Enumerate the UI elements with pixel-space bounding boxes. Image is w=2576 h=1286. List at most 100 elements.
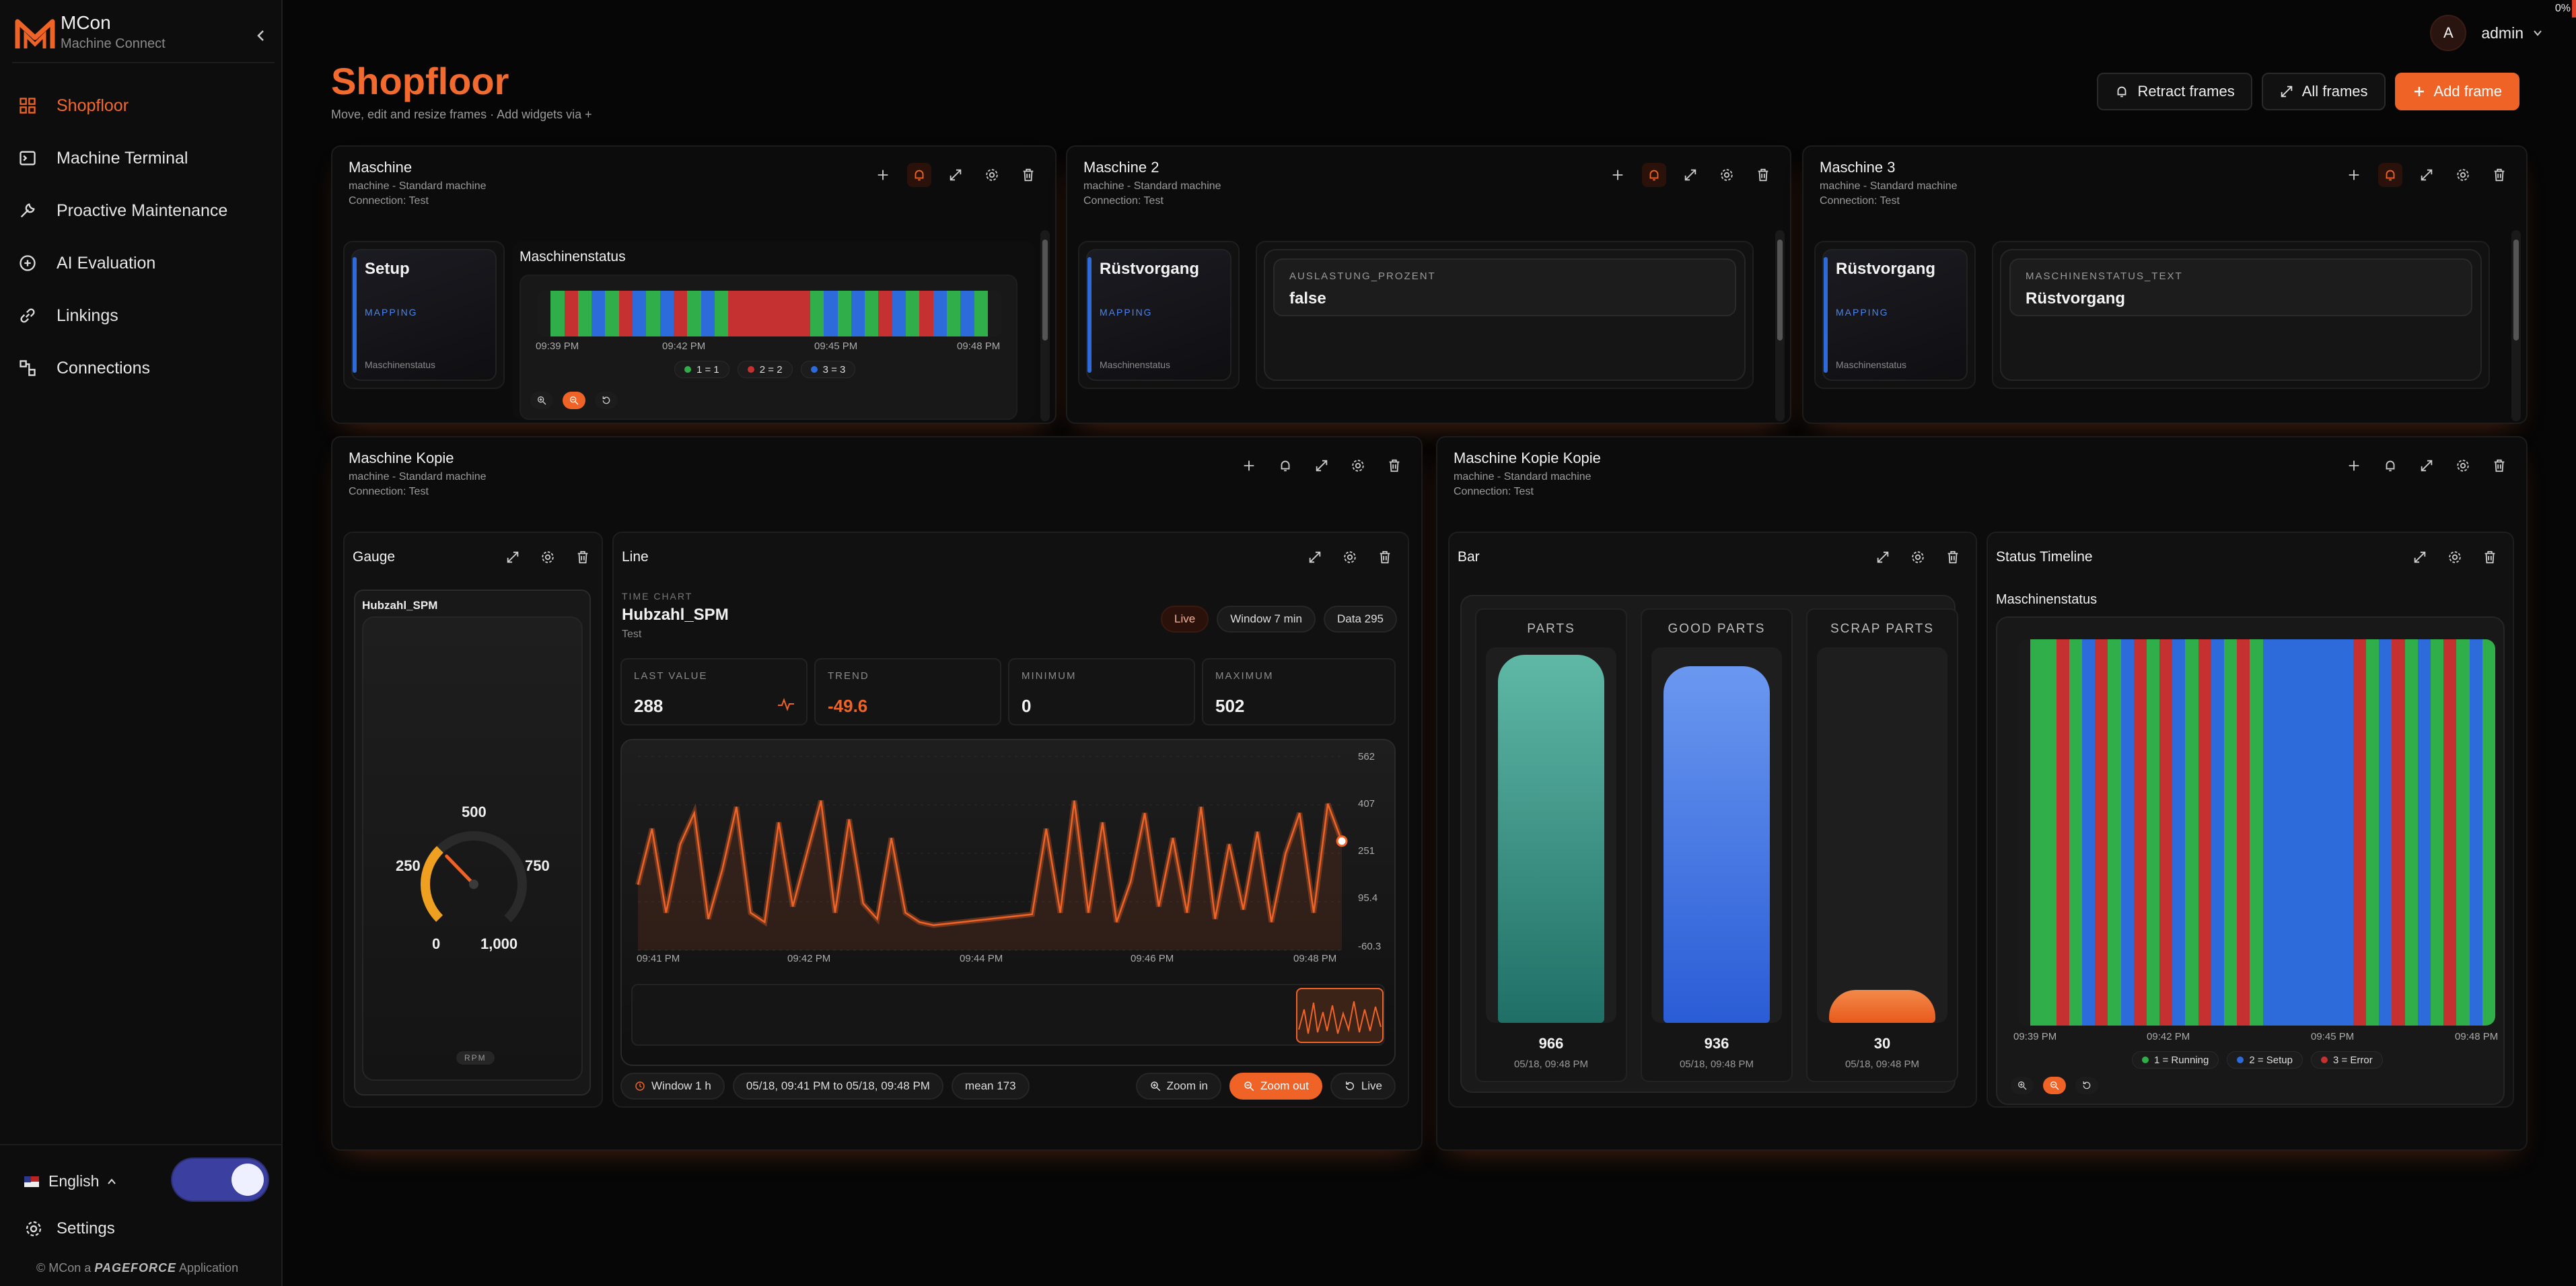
frame-maschine[interactable]: Maschine machine - Standard machine Conn… <box>331 145 1057 424</box>
trash-icon[interactable] <box>1941 545 1965 569</box>
expand-icon[interactable] <box>943 163 968 187</box>
expand-icon[interactable] <box>2414 454 2439 478</box>
frame-maschine-kopie[interactable]: Maschine Kopie machine - Standard machin… <box>331 436 1423 1151</box>
gear-icon[interactable] <box>2451 163 2475 187</box>
zoom-in-icon[interactable] <box>530 392 553 409</box>
gear-icon[interactable] <box>1338 545 1362 569</box>
expand-icon[interactable] <box>2408 545 2432 569</box>
window-pill[interactable]: Window 7 min <box>1217 606 1316 633</box>
line-chart-panel: 562 407 251 95.4 -60.3 09:41 PM 09:42 PM… <box>620 739 1396 1066</box>
expand-icon[interactable] <box>501 545 525 569</box>
gauge-panel: Hubzahl_SPM 337 500 250 750 0 1,000 RPM <box>354 590 591 1096</box>
zoom-out-icon[interactable] <box>563 392 585 409</box>
expand-icon[interactable] <box>1303 545 1327 569</box>
expand-icon[interactable] <box>1678 163 1703 187</box>
status-segment <box>878 291 892 336</box>
plus-icon[interactable] <box>871 163 895 187</box>
line-widget[interactable]: Line TIME CHART Hubzahl_SPM Test Live Wi… <box>612 532 1409 1108</box>
zoom-in-icon[interactable] <box>2011 1077 2034 1094</box>
plus-icon[interactable] <box>1237 454 1261 478</box>
gear-icon[interactable] <box>2443 545 2467 569</box>
frame-scrollbar[interactable] <box>1040 230 1050 421</box>
last-value-point[interactable] <box>1336 835 1348 847</box>
add-frame-button[interactable]: Add frame <box>2394 73 2519 110</box>
trash-icon[interactable] <box>2487 163 2511 187</box>
theme-toggle[interactable] <box>172 1159 268 1201</box>
reset-icon[interactable] <box>595 392 618 409</box>
retract-frames-button[interactable]: Retract frames <box>2097 73 2252 110</box>
nav-item-linkings[interactable]: Linkings <box>16 289 272 342</box>
trash-icon[interactable] <box>1751 163 1775 187</box>
bell-icon[interactable] <box>1273 454 1297 478</box>
stat-minimum: MINIMUM 0 <box>1008 658 1195 725</box>
frame-connection: Connection: Test <box>349 486 429 497</box>
collapse-sidebar-button[interactable] <box>248 23 275 50</box>
expand-icon[interactable] <box>2414 163 2439 187</box>
status-chart-widget[interactable]: Maschinenstatus 09:39 PM 09:42 PM 09:45 … <box>513 241 1035 420</box>
live-pill[interactable]: Live <box>1161 606 1209 633</box>
bar[interactable] <box>1663 666 1770 1023</box>
bar-widget[interactable]: Bar PARTS 966 05/18, 09:48 PM GOOD PARTS 936… <box>1448 532 1977 1108</box>
mapping-widget[interactable]: Setup MAPPING Maschinenstatus <box>343 241 505 389</box>
status-timeline-widget[interactable]: Status Timeline Maschinenstatus 09:39 PM… <box>1987 532 2514 1108</box>
trash-icon[interactable] <box>1382 454 1406 478</box>
frame-maschine-2[interactable]: Maschine 2 machine - Standard machine Co… <box>1066 145 1791 424</box>
bell-icon[interactable] <box>1642 163 1666 187</box>
trash-icon[interactable] <box>2487 454 2511 478</box>
all-frames-button[interactable]: All frames <box>2261 73 2386 110</box>
gear-icon[interactable] <box>1906 545 1930 569</box>
variable-widget[interactable]: AUSLASTUNG_PROZENT false <box>1256 241 1754 389</box>
status-segment <box>2404 639 2418 1026</box>
chart-legend: 1 = 1 2 = 2 3 = 3 <box>674 361 856 378</box>
mapping-widget[interactable]: Rüstvorgang MAPPING Maschinenstatus <box>1078 241 1240 389</box>
nav-item-proactive-maintenance[interactable]: Proactive Maintenance <box>16 184 272 237</box>
language-selector[interactable]: English <box>24 1172 118 1190</box>
mapping-widget[interactable]: Rüstvorgang MAPPING Maschinenstatus <box>1814 241 1976 389</box>
nav-label: Linkings <box>57 306 118 325</box>
plus-icon[interactable] <box>2342 454 2366 478</box>
frame-title: Maschine 3 <box>1820 159 1896 176</box>
plus-icon[interactable] <box>2342 163 2366 187</box>
legend-item: 2 = Setup <box>2227 1051 2303 1069</box>
settings-link[interactable]: Settings <box>24 1219 115 1238</box>
gauge-widget[interactable]: Gauge Hubzahl_SPM 337 500 250 750 0 1,00… <box>343 532 603 1108</box>
window-selector[interactable]: Window 1 h <box>620 1073 725 1100</box>
live-button[interactable]: Live <box>1330 1073 1396 1100</box>
trash-icon[interactable] <box>1016 163 1040 187</box>
nav-item-connections[interactable]: Connections <box>16 342 272 394</box>
bell-icon[interactable] <box>2378 163 2402 187</box>
trash-icon[interactable] <box>2478 545 2502 569</box>
expand-icon[interactable] <box>1871 545 1895 569</box>
gear-icon[interactable] <box>2451 454 2475 478</box>
nav-item-shopfloor[interactable]: Shopfloor <box>16 79 272 132</box>
trash-icon[interactable] <box>571 545 595 569</box>
zoom-in-button[interactable]: Zoom in <box>1135 1073 1221 1100</box>
reset-icon[interactable] <box>2075 1077 2098 1094</box>
bell-icon[interactable] <box>907 163 931 187</box>
frame-scrollbar[interactable] <box>2511 230 2521 421</box>
trash-icon[interactable] <box>1373 545 1397 569</box>
status-segment <box>2327 639 2340 1026</box>
bar[interactable] <box>1498 655 1604 1023</box>
frame-maschine-kopie-kopie[interactable]: Maschine Kopie Kopie machine - Standard … <box>1436 436 2528 1151</box>
bar[interactable] <box>1829 989 1935 1023</box>
gear-icon[interactable] <box>536 545 560 569</box>
zoom-out-button[interactable]: Zoom out <box>1229 1073 1322 1100</box>
frame-maschine-3[interactable]: Maschine 3 machine - Standard machine Co… <box>1802 145 2528 424</box>
user-menu[interactable]: A admin <box>2430 15 2544 51</box>
gear-icon[interactable] <box>1715 163 1739 187</box>
bar-column: GOOD PARTS 936 05/18, 09:48 PM <box>1641 608 1793 1082</box>
expand-icon[interactable] <box>1310 454 1334 478</box>
gear-icon[interactable] <box>1346 454 1370 478</box>
bell-icon[interactable] <box>2378 454 2402 478</box>
brush-navigator[interactable] <box>631 984 1385 1046</box>
zoom-out-icon[interactable] <box>2043 1077 2066 1094</box>
status-segment <box>646 291 660 336</box>
nav-item-machine-terminal[interactable]: Machine Terminal <box>16 132 272 184</box>
brush-window[interactable] <box>1296 988 1384 1043</box>
nav-item-ai-evaluation[interactable]: AI Evaluation <box>16 237 272 289</box>
gear-icon[interactable] <box>980 163 1004 187</box>
plus-icon[interactable] <box>1606 163 1630 187</box>
frame-scrollbar[interactable] <box>1775 230 1785 421</box>
variable-widget[interactable]: MASCHINENSTATUS_TEXT Rüstvorgang <box>1992 241 2490 389</box>
